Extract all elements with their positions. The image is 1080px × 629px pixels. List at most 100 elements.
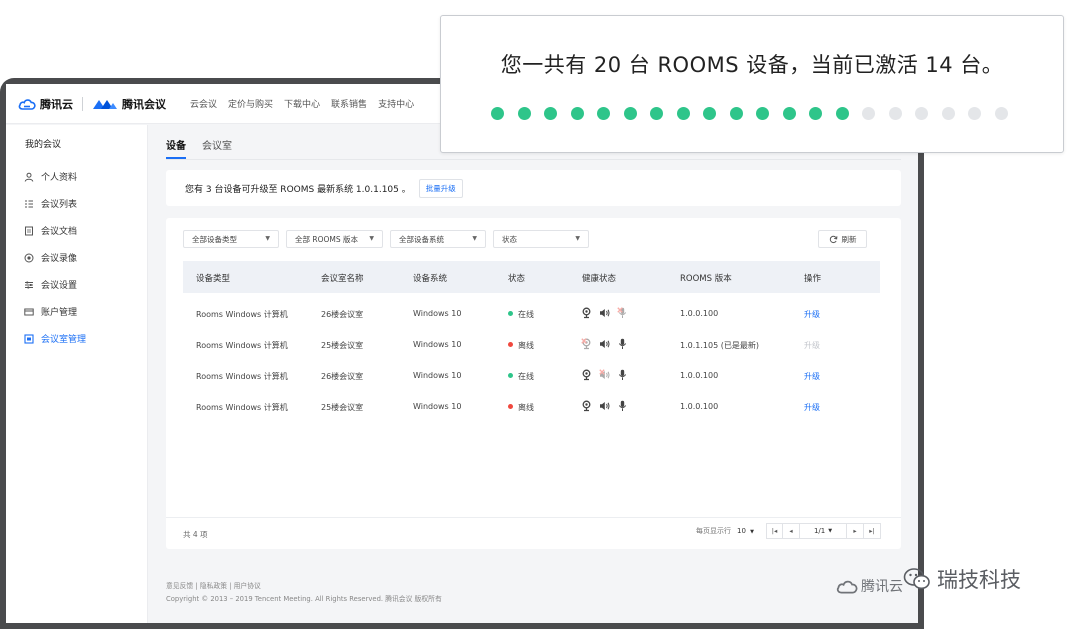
footer-link-privacy[interactable]: 隐私政策 bbox=[200, 582, 227, 590]
next-page-icon: ▸ bbox=[853, 527, 857, 535]
camera-icon bbox=[581, 338, 593, 350]
filter-label: 全部设备系统 bbox=[399, 234, 444, 244]
first-page-button[interactable]: |◂ bbox=[766, 523, 784, 539]
rooms-version-cell: 1.0.0.100 bbox=[680, 402, 719, 411]
sidebar-item-label: 个人资料 bbox=[41, 173, 78, 183]
sidebar-item-meeting-list[interactable]: 会议列表 bbox=[24, 197, 77, 210]
chevron-down-icon: ▼ bbox=[750, 529, 755, 535]
rooms-version-cell: 1.0.1.105 (已是最新) bbox=[680, 341, 759, 350]
sidebar-item-meeting-docs[interactable]: 会议文档 bbox=[24, 224, 77, 237]
upgrade-button[interactable]: 升级 bbox=[804, 402, 820, 413]
sidebar-item-label: 账户管理 bbox=[41, 308, 78, 318]
active-device-dot bbox=[835, 107, 849, 120]
upgrade-button[interactable]: 升级 bbox=[804, 309, 820, 320]
cloud-logo-icon bbox=[18, 98, 36, 110]
tencent-meeting-logo[interactable]: 腾讯会议 bbox=[92, 96, 166, 112]
refresh-icon bbox=[829, 235, 837, 243]
mic-icon bbox=[617, 338, 629, 350]
app-screen: 腾讯云 腾讯会议 云会议 定价与购买 下载中心 联系销售 支持中心 我的会议 个… bbox=[6, 84, 918, 623]
speaker-icon bbox=[599, 307, 611, 319]
nav-download[interactable]: 下载中心 bbox=[284, 97, 320, 110]
rooms-version-filter[interactable]: 全部 ROOMS 版本 ▼ bbox=[286, 230, 383, 248]
upgrade-banner: 您有 3 台设备可升级至 ROOMS 最新系统 1.0.1.105 。 批量升级 bbox=[166, 170, 901, 206]
sidebar-item-profile[interactable]: 个人资料 bbox=[24, 170, 77, 183]
device-os-cell: Windows 10 bbox=[413, 340, 462, 349]
health-status-cell bbox=[581, 400, 629, 412]
sidebar-item-label: 会议设置 bbox=[41, 281, 78, 291]
tabs-divider bbox=[166, 159, 901, 160]
camera-icon bbox=[581, 307, 593, 319]
document-icon bbox=[24, 226, 34, 236]
nav-cloud-meeting[interactable]: 云会议 bbox=[190, 97, 217, 110]
tab-meeting-rooms[interactable]: 会议室 bbox=[202, 137, 232, 159]
prev-page-button[interactable]: ◂ bbox=[783, 523, 801, 539]
sidebar-item-meeting-settings[interactable]: 会议设置 bbox=[24, 278, 77, 291]
chevron-down-icon: ▼ bbox=[265, 235, 270, 242]
inactive-device-dot bbox=[941, 107, 955, 120]
table-header: 设备类型 会议室名称 设备系统 状态 健康状态 ROOMS 版本 操作 bbox=[183, 261, 880, 293]
sidebar-item-label: 会议文档 bbox=[41, 227, 78, 237]
nav-contact-sales[interactable]: 联系销售 bbox=[331, 97, 367, 110]
sidebar-item-recordings[interactable]: 会议录像 bbox=[24, 251, 77, 264]
device-os-filter[interactable]: 全部设备系统 ▼ bbox=[390, 230, 486, 248]
room-name-cell: 26楼会议室 bbox=[321, 372, 364, 381]
activation-progress bbox=[491, 107, 1008, 120]
page-value: 1/1 bbox=[813, 527, 826, 535]
active-device-dot bbox=[809, 107, 822, 120]
sidebar-item-label: 会议列表 bbox=[41, 200, 78, 210]
upgrade-button[interactable]: 升级 bbox=[804, 371, 820, 382]
status-label: 离线 bbox=[518, 341, 534, 350]
status-filter[interactable]: 状态 ▼ bbox=[493, 230, 589, 248]
speaker-icon bbox=[599, 369, 611, 381]
chevron-down-icon: ▼ bbox=[828, 528, 833, 534]
footer-link-feedback[interactable]: 意见反馈 bbox=[166, 582, 193, 590]
status-cell: 在线 bbox=[508, 371, 534, 382]
status-label: 在线 bbox=[518, 372, 534, 381]
chevron-down-icon: ▼ bbox=[472, 235, 477, 242]
refresh-button[interactable]: 刷新 bbox=[818, 230, 867, 248]
speaker-icon bbox=[599, 338, 611, 350]
next-page-button[interactable]: ▸ bbox=[847, 523, 865, 539]
page-size-select[interactable]: 10 ▼ bbox=[737, 527, 754, 535]
active-device-dot bbox=[729, 107, 743, 120]
last-page-button[interactable]: ▸| bbox=[864, 523, 882, 539]
room-icon bbox=[24, 333, 34, 344]
device-activation-callout: 您一共有 20 台 ROOMS 设备，当前已激活 14 台。 bbox=[440, 15, 1064, 153]
nav-pricing[interactable]: 定价与购买 bbox=[228, 97, 273, 110]
nav-support[interactable]: 支持中心 bbox=[378, 97, 414, 110]
settings-icon bbox=[24, 280, 34, 290]
status-cell: 在线 bbox=[508, 309, 534, 320]
active-device-dot bbox=[544, 107, 557, 120]
page-size-value: 10 bbox=[737, 527, 746, 535]
tab-devices[interactable]: 设备 bbox=[166, 137, 186, 159]
copyright: Copyright © 2013 – 2019 Tencent Meeting.… bbox=[166, 595, 442, 603]
pagination: 每页显示行 10 ▼ |◂ ◂ 1/1 ▼ ▸ ▸| bbox=[696, 523, 882, 539]
active-device-dot bbox=[517, 107, 531, 120]
page-footer: 意见反馈 | 隐私政策 | 用户协议 Copyright © 2013 – 20… bbox=[166, 580, 442, 606]
logo-divider bbox=[82, 96, 83, 111]
tencent-cloud-logo[interactable]: 腾讯云 bbox=[18, 96, 73, 112]
active-device-dot bbox=[756, 107, 769, 120]
table-row: Rooms Windows 计算机 25楼会议室 Windows 10 离线 1.0.1… bbox=[183, 330, 880, 361]
room-name-cell: 25楼会议室 bbox=[321, 341, 364, 350]
sidebar-item-room-management[interactable]: 会议室管理 bbox=[24, 332, 86, 345]
camera-icon bbox=[581, 369, 593, 381]
top-nav: 云会议 定价与购买 下载中心 联系销售 支持中心 bbox=[190, 97, 414, 110]
room-name-cell: 26楼会议室 bbox=[321, 310, 364, 319]
footer-link-terms[interactable]: 用户协议 bbox=[234, 582, 261, 590]
room-name-cell: 25楼会议室 bbox=[321, 403, 364, 412]
card-icon bbox=[24, 307, 34, 317]
status-dot bbox=[508, 342, 513, 347]
column-header: 设备类型 bbox=[196, 274, 231, 284]
device-type-cell: Rooms Windows 计算机 bbox=[196, 341, 288, 350]
batch-upgrade-button[interactable]: 批量升级 bbox=[418, 178, 463, 198]
sidebar-item-account[interactable]: 账户管理 bbox=[24, 305, 77, 318]
status-label: 在线 bbox=[518, 310, 534, 319]
speaker-icon bbox=[599, 400, 611, 412]
filter-label: 全部 ROOMS 版本 bbox=[295, 234, 359, 244]
active-device-dot bbox=[597, 107, 610, 120]
column-header: 设备系统 bbox=[413, 274, 448, 284]
device-panel: 全部设备类型 ▼ 全部 ROOMS 版本 ▼ 全部设备系统 ▼ 状态 ▼ 刷新 bbox=[166, 218, 901, 549]
page-select[interactable]: 1/1 ▼ bbox=[800, 523, 848, 539]
device-type-filter[interactable]: 全部设备类型 ▼ bbox=[183, 230, 279, 248]
